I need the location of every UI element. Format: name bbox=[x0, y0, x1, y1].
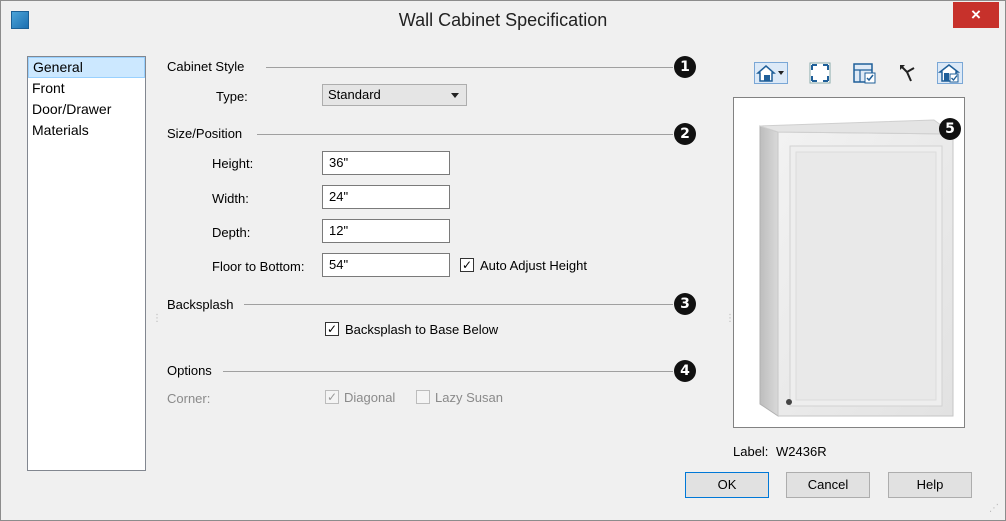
floor-to-bottom-input[interactable]: 54" bbox=[322, 253, 450, 277]
nav-item-general[interactable]: General bbox=[28, 57, 145, 78]
size-position-divider bbox=[257, 134, 673, 135]
cabinet-style-divider bbox=[266, 67, 673, 68]
auto-adjust-height-label[interactable]: Auto Adjust Height bbox=[480, 258, 587, 273]
depth-input[interactable]: 12" bbox=[322, 219, 450, 243]
diagonal-label[interactable]: Diagonal bbox=[344, 390, 395, 405]
help-button[interactable]: Help bbox=[888, 472, 972, 498]
view-type-icon[interactable] bbox=[754, 62, 788, 84]
chevron-down-icon bbox=[451, 93, 459, 98]
cabinet-preview[interactable]: 5 bbox=[733, 97, 965, 428]
diagonal-checkbox[interactable]: ✓ bbox=[325, 390, 339, 404]
fit-window-icon[interactable] bbox=[809, 62, 831, 84]
corner-label: Corner: bbox=[167, 391, 211, 406]
splitter-grip-left[interactable]: ⋮ bbox=[152, 313, 162, 324]
lazy-susan-label[interactable]: Lazy Susan bbox=[435, 390, 503, 405]
backsplash-heading: Backsplash bbox=[167, 297, 234, 312]
cabinet-render-image bbox=[759, 119, 955, 417]
cancel-button[interactable]: Cancel bbox=[786, 472, 870, 498]
height-label: Height: bbox=[212, 156, 254, 171]
options-divider bbox=[223, 371, 673, 372]
label-value: W2436R bbox=[776, 444, 827, 459]
backsplash-divider bbox=[244, 304, 673, 305]
lazy-susan-checkbox[interactable] bbox=[416, 390, 430, 404]
backsplash-option-label[interactable]: Backsplash to Base Below bbox=[345, 322, 498, 337]
cabinet-style-heading: Cabinet Style bbox=[167, 59, 245, 74]
callout-4: 4 bbox=[674, 360, 696, 382]
ok-button[interactable]: OK bbox=[685, 472, 769, 498]
label-caption: Label: bbox=[733, 444, 769, 459]
nav-item-door-drawer[interactable]: Door/Drawer bbox=[28, 99, 145, 120]
window-title: Wall Cabinet Specification bbox=[398, 10, 608, 30]
resize-grip[interactable]: ⋰ bbox=[989, 503, 999, 514]
dialog-window: Wall Cabinet Specification × General Fro… bbox=[0, 0, 1006, 521]
nav-item-materials[interactable]: Materials bbox=[28, 120, 145, 141]
nav-item-front[interactable]: Front bbox=[28, 78, 145, 99]
width-label: Width: bbox=[212, 191, 249, 206]
callout-5: 5 bbox=[939, 118, 961, 140]
type-label: Type: bbox=[216, 89, 248, 104]
backsplash-checkbox[interactable]: ✓ bbox=[325, 322, 339, 336]
close-button[interactable]: × bbox=[953, 2, 999, 28]
callout-3: 3 bbox=[674, 293, 696, 315]
show-surfaces-icon[interactable] bbox=[853, 62, 876, 84]
type-select[interactable]: Standard bbox=[322, 84, 467, 106]
floor-to-bottom-label: Floor to Bottom: bbox=[212, 259, 305, 274]
options-heading: Options bbox=[167, 363, 212, 378]
color-view-icon[interactable] bbox=[937, 62, 963, 84]
callout-2: 2 bbox=[674, 123, 696, 145]
orbit-icon[interactable] bbox=[897, 62, 919, 84]
type-select-value: Standard bbox=[328, 87, 381, 102]
width-input[interactable]: 24" bbox=[322, 185, 450, 209]
callout-1: 1 bbox=[674, 56, 696, 78]
depth-label: Depth: bbox=[212, 225, 251, 240]
size-position-heading: Size/Position bbox=[167, 126, 243, 141]
title-bar[interactable]: Wall Cabinet Specification × bbox=[1, 1, 1005, 39]
height-input[interactable]: 36" bbox=[322, 151, 450, 175]
auto-adjust-height-checkbox[interactable]: ✓ bbox=[460, 258, 474, 272]
category-list[interactable]: General Front Door/Drawer Materials bbox=[27, 56, 146, 471]
